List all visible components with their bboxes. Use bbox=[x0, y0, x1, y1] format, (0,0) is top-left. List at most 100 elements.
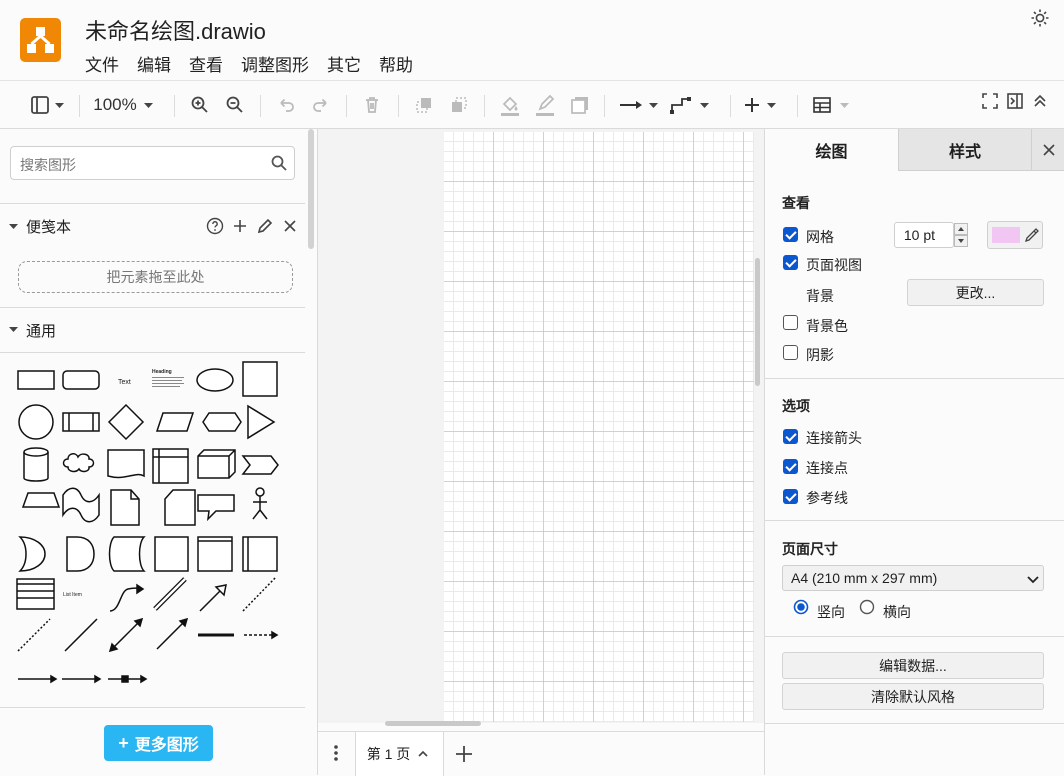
table-button[interactable] bbox=[810, 81, 856, 129]
grid-size-stepper[interactable] bbox=[954, 223, 968, 247]
toolbar: 100% bbox=[0, 80, 1064, 129]
actor-shape bbox=[252, 487, 268, 520]
grid-color-picker[interactable] bbox=[987, 221, 1043, 249]
search-icon[interactable] bbox=[270, 154, 288, 172]
document-title[interactable]: 未命名绘图.drawio bbox=[85, 14, 266, 46]
to-back-icon[interactable] bbox=[447, 81, 471, 129]
heading-textbox-shape: Heading bbox=[152, 369, 184, 387]
canvas-horizontal-scrollbar[interactable] bbox=[385, 721, 481, 726]
search-placeholder: 搜索图形 bbox=[20, 157, 76, 173]
dropzone-text: 把元素拖至此处 bbox=[106, 269, 205, 285]
view-section-title: 查看 bbox=[782, 195, 810, 211]
redo-icon[interactable] bbox=[309, 81, 333, 129]
insert-button[interactable] bbox=[742, 81, 784, 129]
theme-toggle-icon[interactable] bbox=[1030, 8, 1050, 28]
diamond-shape bbox=[107, 403, 145, 441]
circle-shape bbox=[18, 404, 54, 440]
landscape-label: 横向 bbox=[883, 604, 911, 620]
dashed-line-shape bbox=[17, 618, 51, 652]
shadow-checkbox[interactable] bbox=[783, 345, 798, 360]
callout-shape bbox=[197, 494, 235, 522]
general-shapes-title: 通用 bbox=[26, 322, 57, 340]
add-page-icon[interactable] bbox=[453, 743, 475, 765]
paper-size-select[interactable]: A4 (210 mm x 297 mm) bbox=[782, 565, 1044, 591]
list-item-shape: List Item bbox=[63, 592, 82, 598]
directional-connector-shape bbox=[156, 617, 189, 650]
menu-help[interactable]: 帮助 bbox=[379, 51, 413, 76]
change-background-button[interactable]: 更改... bbox=[907, 279, 1044, 306]
triangle-shape bbox=[247, 404, 276, 440]
connection-arrows-checkbox[interactable] bbox=[783, 429, 798, 444]
pages-menu-icon[interactable] bbox=[326, 743, 346, 763]
landscape-radio[interactable] bbox=[859, 599, 875, 615]
guides-checkbox[interactable] bbox=[783, 489, 798, 504]
zoom-out-icon[interactable] bbox=[223, 81, 247, 129]
canvas-vertical-scrollbar[interactable] bbox=[755, 258, 760, 386]
edit-pencil-icon[interactable] bbox=[256, 217, 274, 235]
menu-edit[interactable]: 编辑 bbox=[137, 51, 171, 76]
tape-shape bbox=[62, 487, 100, 523]
undo-icon[interactable] bbox=[274, 81, 298, 129]
change-button-label: 更改... bbox=[955, 284, 996, 301]
background-color-checkbox[interactable] bbox=[783, 315, 798, 330]
more-shapes-button[interactable]: + 更多图形 bbox=[104, 725, 213, 761]
menu-arrange[interactable]: 调整图形 bbox=[241, 51, 309, 76]
diagram-page[interactable] bbox=[444, 132, 754, 722]
zoom-in-icon[interactable] bbox=[188, 81, 212, 129]
connection-points-label: 连接点 bbox=[806, 460, 848, 476]
clear-style-label: 清除默认风格 bbox=[871, 688, 955, 705]
to-front-icon[interactable] bbox=[412, 81, 436, 129]
connection-style-button[interactable] bbox=[617, 81, 663, 129]
plus-icon: + bbox=[118, 732, 129, 753]
format-panel-toggle-button[interactable] bbox=[26, 81, 70, 129]
waypoints-button[interactable] bbox=[668, 81, 714, 129]
drawio-logo-icon bbox=[20, 18, 61, 62]
diagram-canvas[interactable] bbox=[318, 129, 764, 723]
toggle-panel-icon[interactable] bbox=[1004, 81, 1026, 121]
background-color-label: 背景色 bbox=[806, 318, 848, 334]
menu-view[interactable]: 查看 bbox=[189, 51, 223, 76]
sidebar-scrollbar[interactable] bbox=[308, 129, 314, 249]
connector-with-symbol-shape bbox=[108, 674, 148, 684]
shapes-palette[interactable]: Text Heading List Item bbox=[10, 359, 288, 694]
zoom-value: 100% bbox=[93, 95, 137, 114]
tab-diagram[interactable]: 绘图 bbox=[765, 129, 898, 171]
grid-color-swatch bbox=[992, 227, 1020, 243]
delete-icon[interactable] bbox=[360, 81, 384, 129]
svg-text:Heading: Heading bbox=[152, 369, 172, 375]
page-view-label: 页面视图 bbox=[806, 257, 862, 273]
tab-style[interactable]: 样式 bbox=[898, 129, 1031, 171]
chevron-up-icon bbox=[418, 750, 428, 757]
close-scratchpad-icon[interactable] bbox=[281, 217, 299, 235]
rounded-rectangle-shape bbox=[62, 370, 100, 390]
portrait-radio[interactable] bbox=[793, 599, 809, 615]
menu-file[interactable]: 文件 bbox=[85, 51, 119, 76]
fullscreen-icon[interactable] bbox=[978, 81, 1002, 121]
eyedropper-icon bbox=[1024, 228, 1039, 243]
container-shape bbox=[154, 536, 189, 572]
collapse-toolbar-icon[interactable] bbox=[1029, 81, 1051, 121]
parallelogram-shape bbox=[155, 412, 195, 432]
fill-color-icon[interactable] bbox=[498, 81, 522, 129]
step-shape bbox=[241, 455, 279, 475]
shape-search-input[interactable]: 搜索图形 bbox=[10, 146, 295, 180]
connection-points-checkbox[interactable] bbox=[783, 459, 798, 474]
menu-extras[interactable]: 其它 bbox=[327, 51, 361, 76]
edit-data-button[interactable]: 编辑数据... bbox=[782, 652, 1044, 679]
line-shape bbox=[64, 618, 98, 652]
scratchpad-dropzone[interactable]: 把元素拖至此处 bbox=[18, 261, 293, 293]
page-tab-1[interactable]: 第 1 页 bbox=[355, 732, 444, 776]
line-color-icon[interactable] bbox=[533, 81, 557, 129]
paper-size-value: A4 (210 mm x 297 mm) bbox=[791, 570, 938, 586]
grid-label: 网格 bbox=[806, 229, 834, 245]
general-shapes-header[interactable]: 通用 bbox=[0, 307, 305, 353]
close-panel-icon[interactable] bbox=[1031, 129, 1064, 171]
shadow-icon[interactable] bbox=[568, 81, 592, 129]
grid-size-input[interactable]: 10 pt bbox=[894, 222, 954, 248]
page-view-checkbox[interactable] bbox=[783, 255, 798, 270]
zoom-dropdown[interactable]: 100% bbox=[86, 81, 166, 129]
add-icon[interactable] bbox=[231, 217, 249, 235]
help-icon[interactable] bbox=[206, 217, 224, 235]
grid-checkbox[interactable] bbox=[783, 227, 798, 242]
clear-default-style-button[interactable]: 清除默认风格 bbox=[782, 683, 1044, 710]
